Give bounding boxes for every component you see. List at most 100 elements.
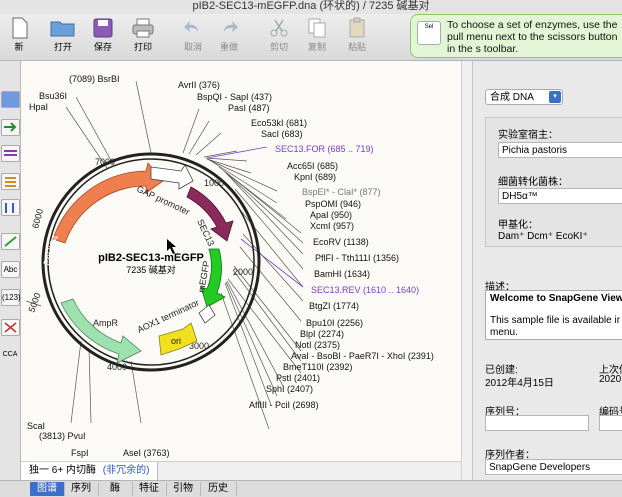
map-scrollbar[interactable] <box>461 61 472 480</box>
tick-label: 6000 <box>30 208 45 230</box>
code-field[interactable] <box>599 415 622 431</box>
dna-type-dropdown[interactable]: 合成 DNA ▾ <box>485 89 563 105</box>
site-label[interactable]: (7089) BsrBI <box>69 74 120 84</box>
plasmid-size: 7235 碱基对 <box>126 264 176 275</box>
linear-view-icon[interactable] <box>1 145 20 162</box>
tab-sequence[interactable]: 序列 <box>64 482 99 496</box>
site-label[interactable]: ScaI <box>27 421 45 431</box>
tooltip-text: To choose a set of enzymes, use the pull… <box>447 19 618 55</box>
select-enzymes-icon: Sel <box>417 21 441 45</box>
aox1-feature[interactable] <box>198 304 216 324</box>
primer-label[interactable]: SEC13.REV (1610 .. 1640) <box>311 285 419 295</box>
site-label[interactable]: PspOMI (946) <box>305 199 361 209</box>
count-button[interactable]: (123) <box>1 289 21 306</box>
tab-features[interactable]: 特征 <box>132 482 167 496</box>
tab-map[interactable]: 图谱 <box>30 482 65 496</box>
view-tabs: 图谱 序列 酶 特征 引物 历史 <box>0 480 622 497</box>
arrow-right-icon[interactable] <box>1 119 20 136</box>
tab-history[interactable]: 历史 <box>200 482 237 496</box>
floppy-icon <box>86 16 120 40</box>
dropdown-arrow-icon: ▾ <box>549 91 561 103</box>
print-button[interactable]: 打印 <box>126 16 160 53</box>
site-label[interactable]: PasI (487) <box>228 103 270 113</box>
redo-button[interactable]: 重做 <box>212 16 246 53</box>
strain-field[interactable]: DH5α™ <box>498 188 622 204</box>
site-label[interactable]: PstI (2401) <box>276 373 320 383</box>
tick-label: 5000 <box>26 291 42 313</box>
host-group: 实验室宿主： Pichia pastoris 细菌转化菌株： DH5α™ 甲基化… <box>485 117 622 247</box>
site-label[interactable]: BspQI - SapI (437) <box>197 92 272 102</box>
sec13-label: SEC13 <box>195 218 216 248</box>
features-icon[interactable] <box>1 173 20 190</box>
primer-label[interactable]: SEC13.FOR (685 .. 719) <box>275 144 374 154</box>
clipboard-icon <box>340 16 374 40</box>
site-label[interactable]: SphI (2407) <box>266 384 313 394</box>
enzyme-set-selector[interactable]: 独一 6+ 内切酶 (非冗余的) <box>21 462 159 480</box>
tick-label: 1000 <box>204 178 224 188</box>
tick-label: 7000 <box>95 157 115 167</box>
serial-field[interactable] <box>485 415 589 431</box>
gap-label: GAP promoter <box>135 184 191 217</box>
created-date: 2012年4月15日 <box>485 378 554 389</box>
redo-icon <box>212 16 246 40</box>
site-label[interactable]: KpnI (689) <box>294 172 336 182</box>
modified-date: 2020 <box>599 374 622 385</box>
tab-enzymes[interactable]: 酶 <box>98 482 133 496</box>
undo-button[interactable]: 取消 <box>176 16 210 53</box>
site-label[interactable]: (3813) PvuI <box>39 431 86 441</box>
site-label[interactable]: FspI <box>71 448 89 458</box>
site-label[interactable]: EcoRV (1138) <box>313 237 369 247</box>
site-label[interactable]: Bsu36I <box>39 91 67 101</box>
left-toolbar: Abc (123) CCA <box>0 61 21 480</box>
site-label[interactable]: BamHI (1634) <box>314 269 370 279</box>
site-label[interactable]: AflIII - PciI (2698) <box>249 400 319 410</box>
ampr-feature[interactable] <box>60 298 142 364</box>
new-file-icon <box>2 16 36 40</box>
window-title: pIB2-SEC13-mEGFP.dna (环状的) / 7235 碱基对 <box>0 0 622 14</box>
help-tooltip: Sel To choose a set of enzymes, use the … <box>410 14 622 58</box>
ori-label: ori <box>171 336 181 346</box>
site-label[interactable]: ApaI (950) <box>310 210 352 220</box>
methylation-value: Dam⁺ Dcm⁺ EcoKI⁺ <box>498 231 588 242</box>
site-label[interactable]: PflFI - Tth111I (1356) <box>315 253 399 263</box>
host-field[interactable]: Pichia pastoris <box>498 142 622 158</box>
site-label[interactable]: BtgZI (1774) <box>309 301 359 311</box>
site-label[interactable]: BspEI* - ClaI* (877) <box>302 187 381 197</box>
map-view-button[interactable] <box>1 91 20 108</box>
site-label[interactable]: XcmI (957) <box>310 221 354 231</box>
site-label[interactable]: AseI (3763) <box>123 448 170 458</box>
enzyme-status-bar: 独一 6+ 内切酶 (非冗余的) <box>21 461 461 481</box>
description-field[interactable]: Welcome to SnapGene View This sample fil… <box>485 290 622 340</box>
site-label[interactable]: BmeT110I (2392) <box>283 362 352 372</box>
site-label[interactable]: Bpu10I (2256) <box>306 318 363 328</box>
open-button[interactable]: 打开 <box>46 16 80 53</box>
folder-icon <box>46 16 80 40</box>
site-label[interactable]: AvaI - BsoBI - PaeR7I - XhoI (2391) <box>291 351 434 361</box>
site-label[interactable]: Acc65I (685) <box>287 161 338 171</box>
save-button[interactable]: 保存 <box>86 16 120 53</box>
tick-label: 4000 <box>107 362 127 372</box>
enzyme-icon[interactable] <box>1 319 20 336</box>
site-label[interactable]: NotI (2375) <box>295 340 340 350</box>
site-label[interactable]: Eco53kI (681) <box>251 118 307 128</box>
plasmid-name: pIB2-SEC13-mEGFP <box>98 252 204 264</box>
his4-feature[interactable] <box>52 162 164 244</box>
site-label[interactable]: HpaI <box>29 102 48 112</box>
author-field[interactable]: SnapGene Developers <box>485 459 622 475</box>
copy-button[interactable]: 复制 <box>300 16 334 53</box>
primers-icon[interactable] <box>1 199 20 216</box>
text-size-button[interactable]: Abc <box>1 261 20 278</box>
new-button[interactable]: 新 <box>2 16 36 53</box>
site-label[interactable]: BlpI (2274) <box>300 329 344 339</box>
ruler-icon[interactable] <box>1 233 20 250</box>
scissors-icon <box>262 16 296 40</box>
site-label[interactable]: AvrII (376) <box>178 80 220 90</box>
tab-primers[interactable]: 引物 <box>166 482 201 496</box>
tick-label: 2000 <box>233 267 253 277</box>
cut-button[interactable]: 剪切 <box>262 16 296 53</box>
site-label[interactable]: SacI (683) <box>261 129 303 139</box>
plasmid-map[interactable]: 1000 2000 3000 4000 5000 6000 7000 PpHIS… <box>21 61 461 461</box>
info-panel: 合成 DNA ▾ 实验室宿主： Pichia pastoris 细菌转化菌株： … <box>472 61 622 480</box>
paste-button[interactable]: 粘贴 <box>340 16 374 53</box>
printer-icon <box>126 16 160 40</box>
